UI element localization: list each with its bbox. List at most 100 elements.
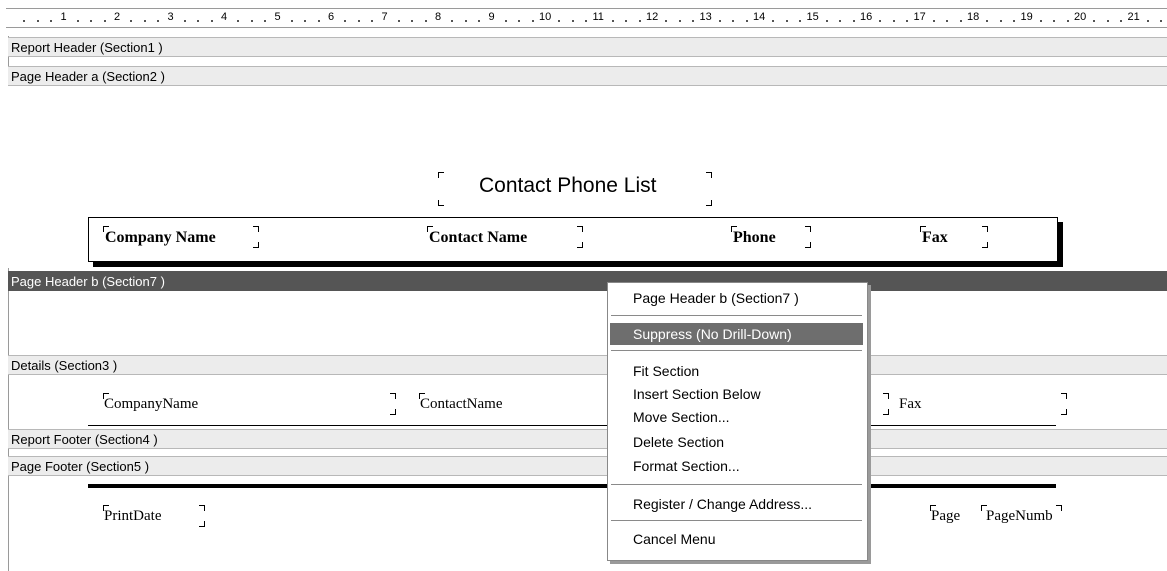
ruler-tick (1160, 20, 1163, 22)
ruler-tick (745, 20, 748, 22)
ruler-tick (464, 20, 467, 22)
detail-field-contact[interactable]: ContactName (419, 393, 609, 415)
field-corner-icon (982, 226, 988, 232)
ruler-tick (23, 20, 26, 22)
field-corner-icon (883, 409, 889, 415)
detail-field-text: CompanyName (104, 396, 199, 412)
column-label-contact[interactable]: Contact Name (427, 226, 583, 248)
menu-item-move-section[interactable]: Move Section... (608, 406, 867, 428)
footer-field-page-number[interactable]: PageNumb (981, 505, 1062, 527)
ruler-tick (50, 20, 53, 22)
menu-separator (611, 315, 862, 317)
field-corner-icon (805, 226, 811, 232)
column-label-phone[interactable]: Phone (731, 226, 811, 248)
menu-item-section-name: Page Header b (Section7 ) (633, 290, 799, 306)
ruler-tick (357, 20, 360, 22)
ruler-tick (1093, 20, 1096, 22)
ruler-tick (558, 20, 561, 22)
column-label-text: Contact Name (429, 229, 528, 246)
ruler-tick (478, 20, 481, 22)
footer-rule (88, 484, 1056, 488)
ruler-number: 9 (488, 11, 495, 23)
ruler-tick (304, 20, 307, 22)
ruler-tick (90, 20, 93, 22)
field-corner-icon (1061, 393, 1067, 399)
ruler-tick (799, 20, 802, 22)
ruler-tick (932, 20, 935, 22)
ruler-tick (424, 20, 427, 22)
ruler-tick (839, 20, 842, 22)
field-corner-icon (982, 242, 988, 248)
ruler-tick (999, 20, 1002, 22)
ruler-tick (892, 20, 895, 22)
ruler-tick (237, 20, 240, 22)
ruler-tick (852, 20, 855, 22)
column-label-text: Fax (922, 229, 948, 246)
menu-item-format-section[interactable]: Format Section... (608, 455, 867, 477)
ruler-number: 21 (1127, 11, 1140, 23)
ruler-number: 12 (646, 11, 659, 23)
field-corner-icon (1056, 505, 1062, 511)
field-corner-icon (1061, 409, 1067, 415)
menu-item-cancel[interactable]: Cancel Menu (608, 528, 867, 550)
ruler-tick (344, 20, 347, 22)
ruler-tick (130, 20, 133, 22)
detail-field-fax[interactable]: Fax (883, 393, 1067, 415)
ruler-tick (1120, 20, 1123, 22)
ruler-tick (290, 20, 293, 22)
column-label-text: Phone (733, 229, 776, 246)
footer-field-page-label[interactable]: Page (930, 505, 975, 527)
column-label-text: Company Name (105, 229, 216, 246)
ruler-tick (772, 20, 775, 22)
field-corner-icon (199, 505, 205, 511)
field-corner-icon (805, 242, 811, 248)
section-bar-page-header-b[interactable]: Page Header b (Section7 ) (8, 271, 1167, 291)
ruler-number: 16 (860, 11, 873, 23)
ruler-tick (959, 20, 962, 22)
menu-item-register-address[interactable]: Register / Change Address... (608, 493, 867, 515)
field-corner-icon (253, 226, 259, 232)
ruler-number: 6 (328, 11, 335, 23)
ruler-tick (1106, 20, 1109, 22)
menu-item-insert-section-below[interactable]: Insert Section Below (608, 383, 867, 405)
ruler-tick (411, 20, 414, 22)
ruler-tick (825, 20, 828, 22)
ruler-number: 13 (699, 11, 712, 23)
section-bar-page-footer[interactable]: Page Footer (Section5 ) (8, 456, 1167, 476)
ruler-tick (157, 20, 160, 22)
detail-field-company[interactable]: CompanyName (103, 393, 396, 415)
ruler-tick (946, 20, 949, 22)
ruler-number: 5 (274, 11, 281, 23)
report-title-field[interactable]: Contact Phone List (438, 172, 712, 206)
ruler-tick (264, 20, 267, 22)
ruler-tick (665, 20, 668, 22)
section-bar-report-header[interactable]: Report Header (Section1 ) (8, 37, 1167, 57)
ruler-number: 1 (60, 11, 67, 23)
field-corner-icon (883, 393, 889, 399)
ruler-tick (504, 20, 507, 22)
section-bar-report-footer[interactable]: Report Footer (Section4 ) (8, 429, 1167, 449)
ruler-tick (1039, 20, 1042, 22)
report-title: Contact Phone List (479, 174, 657, 197)
menu-item-suppress[interactable]: Suppress (No Drill-Down) (610, 323, 863, 345)
ruler-tick (678, 20, 681, 22)
menu-item-fit-section[interactable]: Fit Section (608, 360, 867, 382)
ruler-tick (317, 20, 320, 22)
menu-item-delete-section[interactable]: Delete Section (608, 431, 867, 453)
section-bar-page-header-a[interactable]: Page Header a (Section2 ) (8, 66, 1167, 86)
ruler-tick (76, 20, 79, 22)
field-corner-icon (390, 393, 396, 399)
ruler-tick (143, 20, 146, 22)
menu-separator (611, 520, 862, 522)
footer-field-print-date[interactable]: PrintDate (103, 505, 205, 527)
ruler-tick (625, 20, 628, 22)
footer-field-text: PrintDate (104, 508, 162, 524)
field-corner-icon (438, 172, 444, 178)
ruler-tick (183, 20, 186, 22)
detail-underline (88, 425, 1056, 426)
column-label-fax[interactable]: Fax (920, 226, 988, 248)
ruler-tick (371, 20, 374, 22)
ruler-tick (585, 20, 588, 22)
column-label-company[interactable]: Company Name (103, 226, 259, 248)
section-bar-details[interactable]: Details (Section3 ) (8, 355, 1167, 375)
